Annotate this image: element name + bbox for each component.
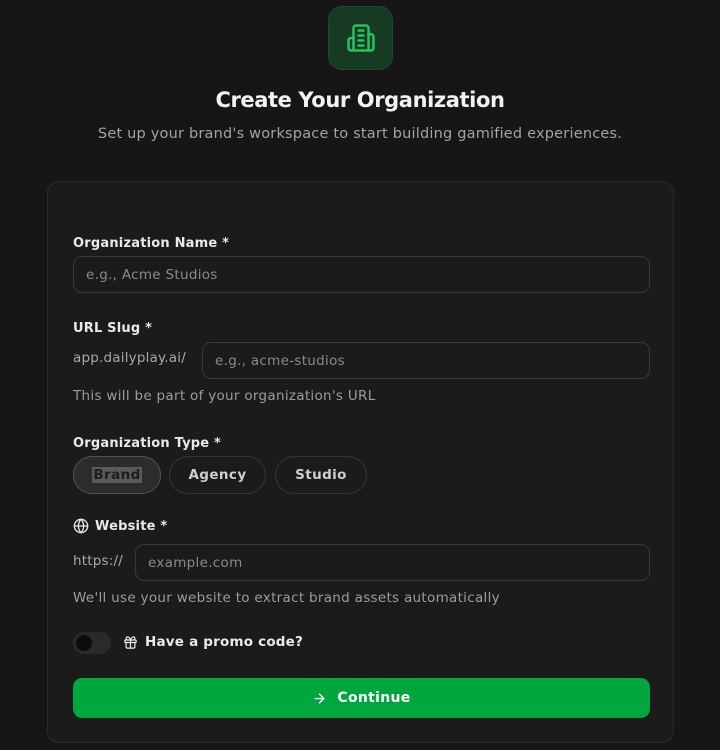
gift-icon bbox=[124, 635, 137, 649]
org-name-label: Organization Name * bbox=[73, 236, 230, 251]
continue-label: Continue bbox=[337, 690, 411, 706]
page-title: Create Your Organization bbox=[215, 88, 505, 112]
organization-form-card: Organization Name * URL Slug * app.daily… bbox=[47, 181, 674, 743]
url-slug-prefix: app.dailyplay.ai/ bbox=[73, 350, 186, 366]
website-label: Website * bbox=[95, 518, 168, 534]
organization-logo-tile bbox=[328, 6, 393, 70]
org-name-input[interactable] bbox=[73, 256, 650, 293]
promo-code-label-group[interactable]: Have a promo code? bbox=[123, 634, 303, 650]
promo-toggle-knob bbox=[76, 635, 92, 651]
promo-toggle[interactable] bbox=[73, 632, 111, 654]
website-prefix: https:// bbox=[73, 553, 123, 569]
org-type-brand-button[interactable]: Brand bbox=[73, 456, 161, 494]
url-slug-label: URL Slug * bbox=[73, 321, 153, 336]
org-type-agency-button[interactable]: Agency bbox=[169, 456, 266, 494]
website-label-group: Website * bbox=[73, 518, 167, 534]
promo-code-label: Have a promo code? bbox=[145, 634, 304, 650]
org-type-brand-label: Brand bbox=[92, 467, 142, 483]
continue-button[interactable]: Continue bbox=[73, 678, 650, 718]
org-type-studio-button[interactable]: Studio bbox=[275, 456, 367, 494]
arrow-right-icon bbox=[314, 692, 325, 704]
website-input[interactable] bbox=[135, 544, 650, 581]
url-slug-hint: This will be part of your organization's… bbox=[73, 388, 376, 404]
org-type-studio-label: Studio bbox=[295, 467, 347, 483]
page-subtitle: Set up your brand's workspace to start b… bbox=[97, 126, 623, 142]
org-type-label: Organization Type * bbox=[73, 436, 222, 451]
globe-icon bbox=[73, 518, 89, 534]
org-type-agency-label: Agency bbox=[188, 467, 247, 483]
website-hint: We'll use your website to extract brand … bbox=[73, 590, 500, 606]
building-icon bbox=[346, 24, 375, 52]
url-slug-input[interactable] bbox=[202, 342, 650, 379]
